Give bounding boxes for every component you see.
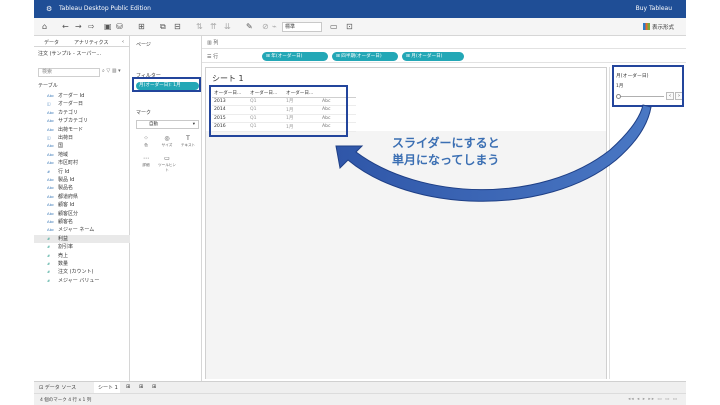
new-story-tab-icon[interactable]: ⊞ (152, 384, 156, 390)
new-worksheet-tab-icon[interactable]: ⊞ (126, 384, 130, 390)
sheet-tabs-bar: ⊡ データ ソース シート 1 ⊞ ⊞ ⊞ (34, 381, 686, 394)
status-text: 4 個のマーク 4 行 x 1 列 (40, 398, 92, 403)
annotation-line-2: 単月になってしまう (392, 153, 500, 167)
new-dashboard-tab-icon[interactable]: ⊞ (139, 384, 143, 390)
status-bar: 4 個のマーク 4 行 x 1 列 ◂◂ ◂ ▸ ▸▸ ▭ ▭ ▭ (34, 393, 686, 405)
annotation-text: スライダーにすると 単月になってしまう (392, 135, 532, 169)
tab-data-source[interactable]: ⊡ データ ソース (39, 384, 76, 391)
status-nav-buttons[interactable]: ◂◂ ◂ ▸ ▸▸ ▭ ▭ ▭ (628, 397, 678, 402)
annotation-arrow (335, 104, 652, 202)
tab-sheet-1[interactable]: シート 1 (98, 384, 118, 391)
annotation-line-1: スライダーにすると (392, 136, 500, 150)
